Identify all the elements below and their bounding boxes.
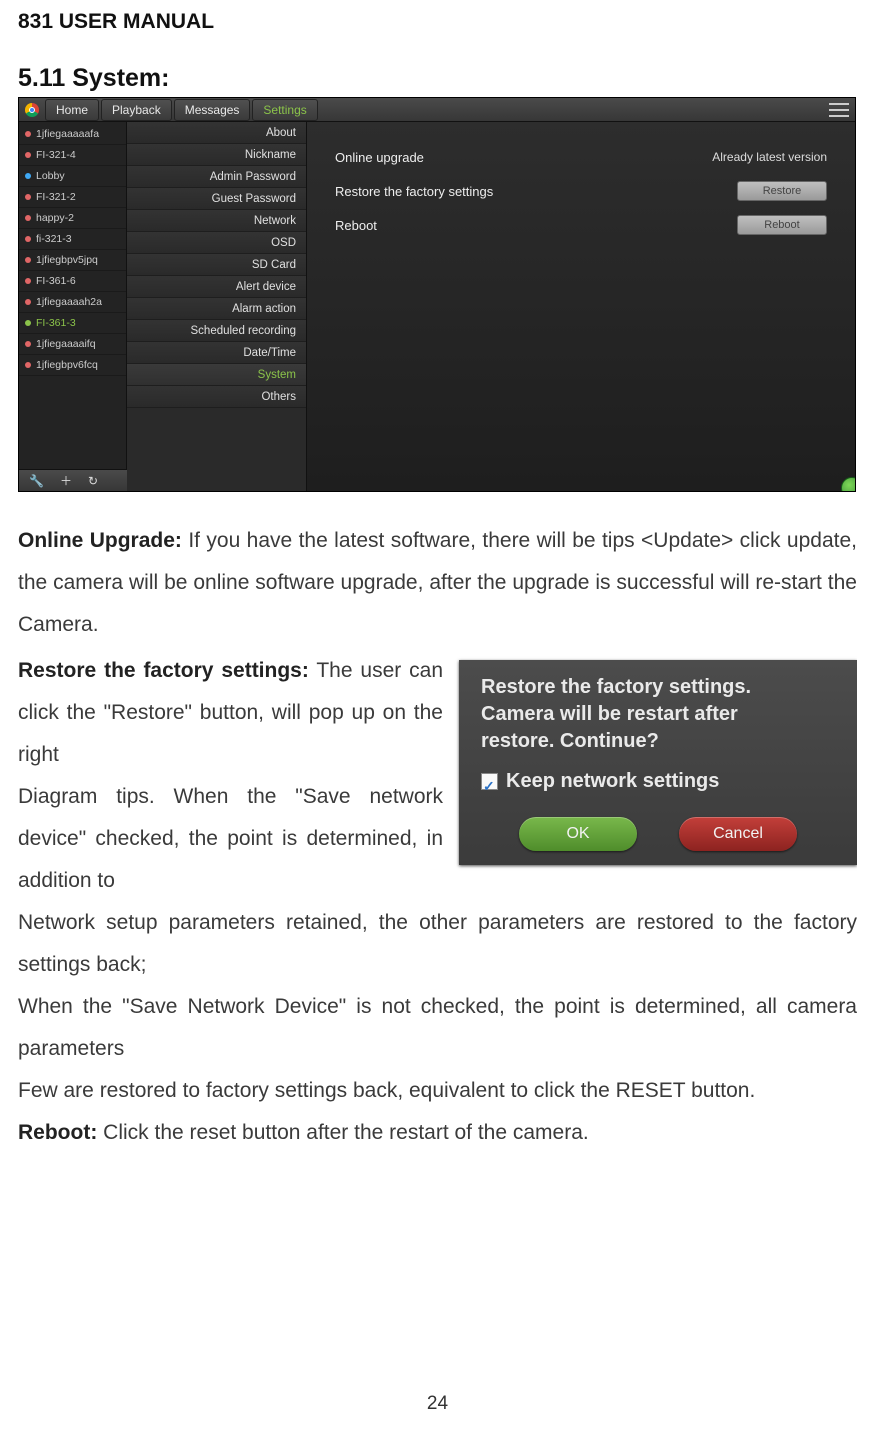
label-reboot: Reboot <box>335 218 377 233</box>
status-dot-icon <box>25 278 31 284</box>
device-item[interactable]: FI-361-6 <box>19 271 126 292</box>
device-label: 1jfiegbpv5jpq <box>36 254 98 266</box>
ok-button[interactable]: OK <box>519 817 637 851</box>
section-title: 5.11 System: <box>18 64 857 93</box>
nav-home[interactable]: Home <box>45 99 99 121</box>
settings-menu-item[interactable]: Alarm action <box>127 298 306 320</box>
device-item[interactable]: FI-321-2 <box>19 187 126 208</box>
row-reboot: Reboot Reboot <box>335 210 827 240</box>
doc-body-text: Online Upgrade: If you have the latest s… <box>18 520 857 1154</box>
doc-header: 831 USER MANUAL <box>18 10 857 34</box>
dialog-line3: restore. Continue? <box>481 728 837 755</box>
device-label: FI-321-4 <box>36 149 76 161</box>
device-item[interactable]: happy-2 <box>19 208 126 229</box>
device-label: fi-321-3 <box>36 233 72 245</box>
help-bubble-icon[interactable] <box>841 477 856 492</box>
label-restore: Restore the factory settings <box>335 184 493 199</box>
plus-icon[interactable]: ＋ <box>60 472 72 489</box>
settings-screenshot: Home Playback Messages Settings 1jfiegaa… <box>18 97 856 492</box>
status-dot-icon <box>25 215 31 221</box>
keep-network-label: Keep network settings <box>506 761 719 801</box>
keep-network-checkbox[interactable] <box>481 773 498 790</box>
settings-menu-item[interactable]: Nickname <box>127 144 306 166</box>
nav-settings[interactable]: Settings <box>252 99 317 121</box>
wrench-icon[interactable]: 🔧 <box>29 474 44 488</box>
device-list: 1jfiegaaaaafa FI-321-4 Lobby FI-321-2 happy-… <box>19 122 127 491</box>
device-label: 1jfiegaaaaifq <box>36 338 96 350</box>
text-p3: When the "Save Network Device" is not ch… <box>18 986 857 1070</box>
settings-menu-item[interactable]: Scheduled recording <box>127 320 306 342</box>
status-dot-icon <box>25 341 31 347</box>
device-item[interactable]: 1jfiegbpv6fcq <box>19 355 126 376</box>
status-dot-icon <box>25 362 31 368</box>
status-dot-icon <box>25 152 31 158</box>
settings-menu-item[interactable]: SD Card <box>127 254 306 276</box>
keep-network-row[interactable]: Keep network settings <box>481 761 837 801</box>
device-label: 1jfiegaaaah2a <box>36 296 102 308</box>
refresh-icon[interactable]: ↻ <box>88 474 98 488</box>
restore-button[interactable]: Restore <box>737 181 827 201</box>
text-p4: Few are restored to factory settings bac… <box>18 1070 857 1112</box>
page-number: 24 <box>0 1393 875 1415</box>
device-item[interactable]: Lobby <box>19 166 126 187</box>
text-p2c: Network setup parameters retained, the o… <box>18 902 857 986</box>
chrome-icon <box>25 103 39 117</box>
status-dot-icon <box>25 299 31 305</box>
settings-main: Online upgrade Already latest version Re… <box>307 122 855 491</box>
device-item[interactable]: 1jfiegaaaah2a <box>19 292 126 313</box>
status-dot-icon <box>25 173 31 179</box>
status-dot-icon <box>25 257 31 263</box>
device-label: FI-361-3 <box>36 317 76 329</box>
settings-menu-item[interactable]: Admin Password <box>127 166 306 188</box>
row-restore: Restore the factory settings Restore <box>335 176 827 206</box>
settings-menu-item[interactable]: Others <box>127 386 306 408</box>
settings-menu-item[interactable]: About <box>127 122 306 144</box>
device-item[interactable]: 1jfiegaaaaafa <box>19 124 126 145</box>
dialog-line1: Restore the factory settings. <box>481 674 837 701</box>
settings-menu: AboutNicknameAdmin PasswordGuest Passwor… <box>127 122 307 491</box>
settings-menu-item[interactable]: OSD <box>127 232 306 254</box>
cancel-button[interactable]: Cancel <box>679 817 797 851</box>
status-dot-icon <box>25 236 31 242</box>
label-restore-heading: Restore the factory settings: <box>18 659 309 682</box>
device-item[interactable]: fi-321-3 <box>19 229 126 250</box>
nav-playback[interactable]: Playback <box>101 99 172 121</box>
device-item[interactable]: FI-361-3 <box>19 313 126 334</box>
device-label: 1jfiegbpv6fcq <box>36 359 98 371</box>
device-toolbar: 🔧 ＋ ↻ <box>19 469 127 491</box>
status-dot-icon <box>25 194 31 200</box>
text-p5: Click the reset button after the restart… <box>97 1121 588 1144</box>
dialog-message: Restore the factory settings. Camera wil… <box>481 674 837 755</box>
label-online-upgrade-heading: Online Upgrade: <box>18 529 182 552</box>
status-dot-icon <box>25 131 31 137</box>
dialog-line2: Camera will be restart after <box>481 701 837 728</box>
status-latest-version: Already latest version <box>712 150 827 164</box>
device-label: 1jfiegaaaaafa <box>36 128 99 140</box>
label-reboot-heading: Reboot: <box>18 1121 97 1144</box>
device-label: FI-361-6 <box>36 275 76 287</box>
device-item[interactable]: FI-321-4 <box>19 145 126 166</box>
reboot-button[interactable]: Reboot <box>737 215 827 235</box>
top-nav: Home Playback Messages Settings <box>19 98 855 122</box>
settings-menu-item[interactable]: Guest Password <box>127 188 306 210</box>
label-online-upgrade: Online upgrade <box>335 150 424 165</box>
nav-messages[interactable]: Messages <box>174 99 251 121</box>
settings-menu-item[interactable]: Network <box>127 210 306 232</box>
device-label: Lobby <box>36 170 65 182</box>
device-item[interactable]: 1jfiegaaaaifq <box>19 334 126 355</box>
row-online-upgrade: Online upgrade Already latest version <box>335 142 827 172</box>
device-label: FI-321-2 <box>36 191 76 203</box>
hamburger-icon[interactable] <box>829 103 849 117</box>
status-dot-icon <box>25 320 31 326</box>
device-item[interactable]: 1jfiegbpv5jpq <box>19 250 126 271</box>
device-label: happy-2 <box>36 212 74 224</box>
settings-menu-item[interactable]: Date/Time <box>127 342 306 364</box>
restore-dialog-screenshot: Restore the factory settings. Camera wil… <box>459 660 857 865</box>
settings-menu-item[interactable]: System <box>127 364 306 386</box>
settings-menu-item[interactable]: Alert device <box>127 276 306 298</box>
